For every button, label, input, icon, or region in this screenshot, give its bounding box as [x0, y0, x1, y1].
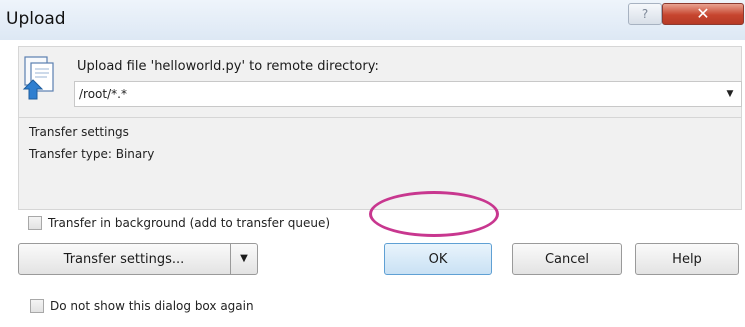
transfer-settings-button[interactable]: Transfer settings... ▼	[18, 243, 258, 275]
do-not-show-checkbox[interactable]	[30, 299, 44, 313]
dialog-titlebar: Upload ? ✕	[0, 0, 745, 40]
dialog-body: Upload file 'helloworld.py' to remote di…	[0, 40, 745, 327]
transfer-type-text: Transfer type: Binary	[29, 147, 155, 161]
cancel-label: Cancel	[544, 252, 590, 267]
help-title-button[interactable]: ?	[628, 3, 662, 25]
panel-divider	[19, 117, 741, 118]
ok-highlight-annotation	[369, 191, 499, 237]
remote-directory-combobox[interactable]: /root/*.* ▼	[74, 81, 742, 107]
ok-button[interactable]: OK	[384, 243, 492, 275]
remote-directory-value[interactable]: /root/*.*	[79, 87, 127, 101]
transfer-settings-label: Transfer settings...	[63, 252, 185, 267]
question-mark-icon: ?	[641, 7, 649, 21]
upload-prompt: Upload file 'helloworld.py' to remote di…	[77, 59, 379, 74]
close-icon: ✕	[696, 4, 710, 23]
upload-file-icon	[22, 56, 54, 100]
cancel-button[interactable]: Cancel	[512, 243, 622, 275]
background-transfer-label[interactable]: Transfer in background (add to transfer …	[48, 216, 330, 230]
ok-label: OK	[428, 252, 448, 267]
background-transfer-checkbox[interactable]	[28, 216, 42, 230]
help-label: Help	[672, 252, 702, 267]
chevron-down-icon[interactable]: ▼	[721, 83, 739, 105]
dialog-title: Upload	[6, 9, 66, 29]
help-button[interactable]: Help	[635, 243, 739, 275]
transfer-settings-dropdown-icon[interactable]: ▼	[230, 244, 257, 274]
close-button[interactable]: ✕	[662, 3, 744, 25]
upload-panel: Upload file 'helloworld.py' to remote di…	[18, 46, 742, 210]
do-not-show-label[interactable]: Do not show this dialog box again	[50, 299, 254, 313]
transfer-settings-heading: Transfer settings	[29, 125, 129, 139]
